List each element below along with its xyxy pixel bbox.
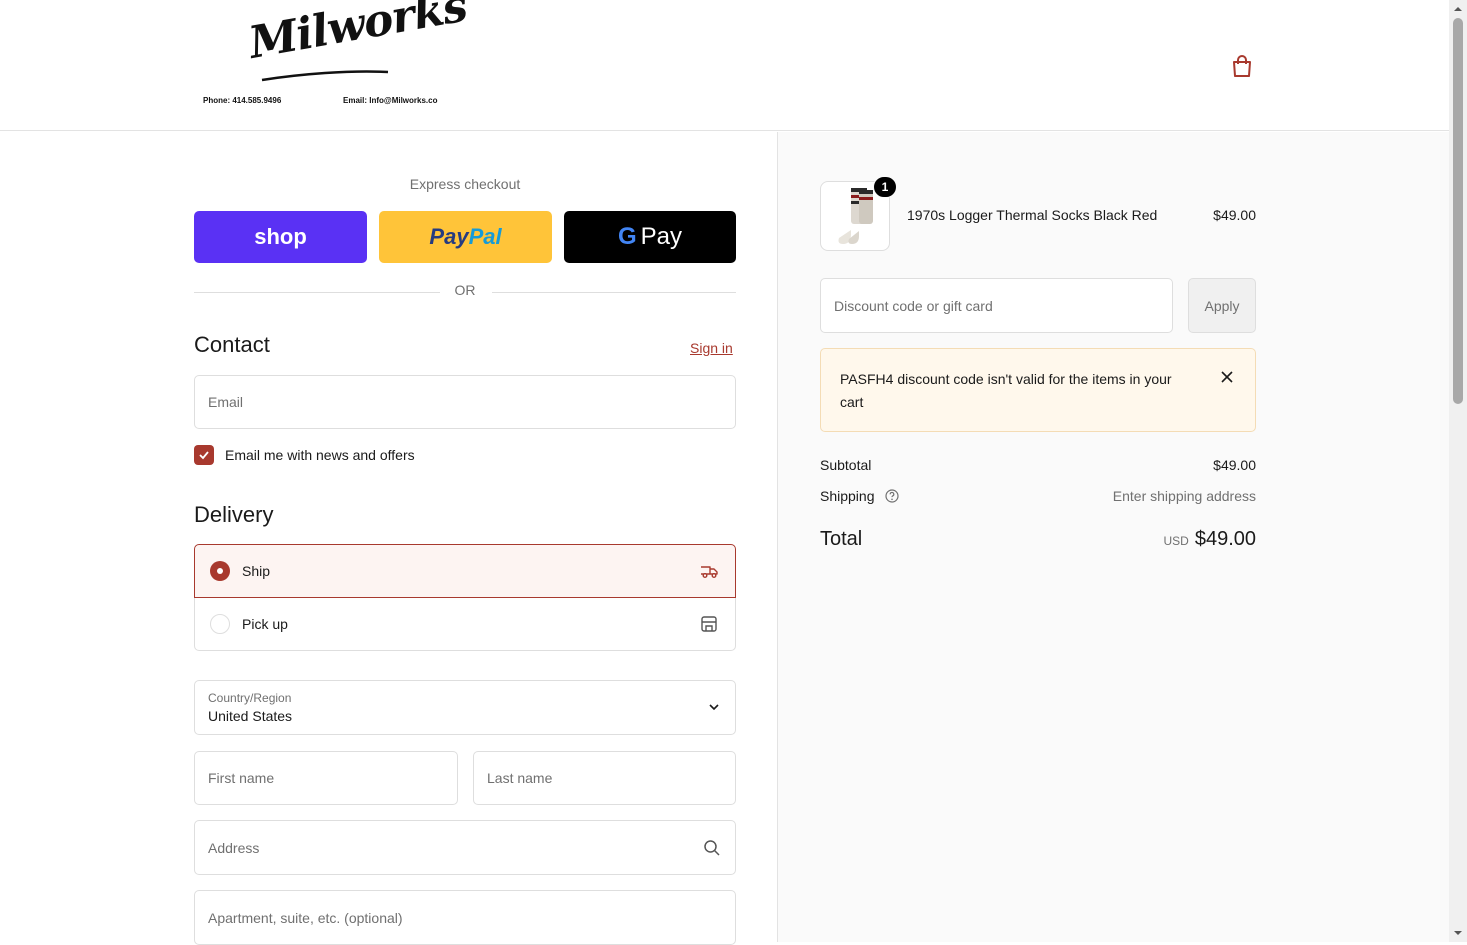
quantity-badge: 1 [873, 176, 897, 198]
country-select[interactable]: Country/Region United States [194, 680, 736, 735]
checkmark-icon [199, 451, 209, 460]
pickup-radio[interactable] [210, 613, 230, 634]
or-text: OR [454, 282, 476, 298]
store-icon [701, 615, 717, 632]
discount-input[interactable] [834, 297, 1159, 314]
discount-error-banner: PASFH4 discount code isn't valid for the… [820, 348, 1256, 432]
first-name-field[interactable] [194, 751, 458, 805]
delivery-method-group: Ship Pick up [194, 544, 736, 652]
pickup-label: Pick up [242, 615, 288, 632]
shop-pay-button[interactable]: shop [194, 211, 367, 263]
order-summary: 1 1970s Logger Thermal Socks Black Red $… [777, 132, 1449, 942]
address-field[interactable] [194, 820, 736, 875]
discount-field[interactable] [820, 278, 1173, 333]
paypal-button[interactable]: Pay Pal [379, 211, 552, 263]
apartment-input[interactable] [208, 909, 722, 926]
delivery-option-pickup[interactable]: Pick up [194, 597, 736, 651]
google-g-icon: G [617, 223, 637, 250]
ship-label: Ship [242, 563, 271, 579]
logo-email: Email: Info@Milworks.co [343, 96, 438, 105]
newsletter-label: Email me with news and offers [225, 447, 415, 463]
help-circle-icon[interactable] [885, 489, 899, 503]
sign-in-link[interactable]: Sign in [690, 340, 733, 356]
apartment-field[interactable] [194, 890, 736, 945]
total-amount: USD $49.00 [1056, 528, 1256, 551]
total-label: Total [820, 528, 863, 550]
discount-error-text: PASFH4 discount code isn't valid for the… [840, 371, 1172, 410]
milworks-logo[interactable]: Milworks Phone: 414.585.9496 Email: Info… [194, 0, 470, 110]
google-pay-button[interactable]: G Pay [564, 211, 736, 263]
page-scrollbar[interactable] [1449, 0, 1467, 942]
shopping-bag-icon[interactable] [1229, 53, 1255, 79]
email-input[interactable] [208, 394, 722, 410]
subtotal-label: Subtotal [820, 457, 872, 473]
search-icon[interactable] [703, 839, 721, 857]
subtotal-value: $49.00 [1213, 457, 1256, 473]
product-price: $49.00 [1213, 207, 1256, 223]
paypal-label-pal: Pal [468, 224, 502, 249]
page-header: Milworks Phone: 414.585.9496 Email: Info… [0, 0, 1449, 131]
shipping-value: Enter shipping address [1112, 488, 1256, 504]
delivery-heading: Delivery [194, 502, 274, 527]
chevron-down-icon [709, 704, 719, 711]
ship-radio[interactable] [210, 561, 230, 581]
logo-phone: Phone: 414.585.9496 [203, 96, 282, 105]
google-pay-label: Pay [640, 223, 683, 250]
last-name-field[interactable] [473, 751, 736, 805]
newsletter-checkbox[interactable] [194, 445, 214, 465]
express-checkout-label: Express checkout [409, 176, 521, 192]
truck-icon [701, 566, 718, 578]
contact-heading: Contact [194, 332, 270, 357]
shipping-label: Shipping [820, 488, 875, 504]
or-divider: OR [194, 282, 736, 302]
address-input[interactable] [208, 839, 722, 856]
shop-pay-label: shop [254, 224, 307, 249]
country-label: Country/Region [208, 691, 292, 705]
total-value: $49.00 [1194, 528, 1256, 550]
delivery-option-ship[interactable]: Ship [194, 544, 736, 598]
scroll-down-arrow-icon[interactable] [1453, 928, 1463, 938]
logo-wordmark: Milworks [245, 0, 471, 69]
logo-swash-icon [261, 70, 389, 82]
close-icon[interactable] [1220, 370, 1234, 384]
total-currency: USD [1163, 534, 1189, 548]
last-name-input[interactable] [487, 770, 722, 786]
email-field[interactable] [194, 375, 736, 429]
country-value: United States [208, 708, 293, 724]
first-name-input[interactable] [208, 770, 444, 786]
checkout-form: Express checkout shop Pay Pal G Pay OR Co… [0, 132, 777, 945]
apply-discount-button[interactable]: Apply [1188, 278, 1256, 333]
scroll-up-arrow-icon[interactable] [1453, 4, 1463, 14]
scroll-thumb[interactable] [1453, 18, 1463, 404]
paypal-label-pay: Pay [429, 224, 469, 249]
product-name: 1970s Logger Thermal Socks Black Red [907, 207, 1158, 223]
